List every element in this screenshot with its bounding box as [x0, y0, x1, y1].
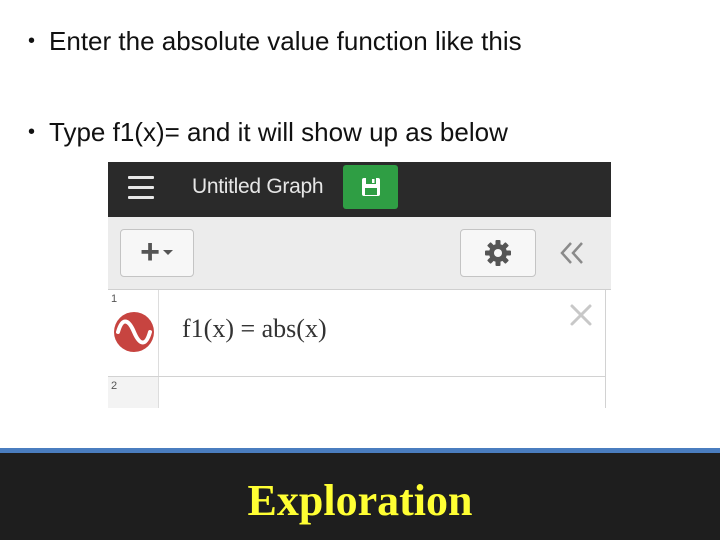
expression-gutter: 1 [108, 290, 159, 376]
expression-toolbar: + [108, 217, 611, 290]
plus-icon: + [140, 232, 160, 271]
sine-wave-icon[interactable] [112, 310, 156, 354]
bullet-marker: • [28, 30, 36, 52]
caret-down-icon [162, 250, 173, 255]
footer-banner: Exploration [0, 448, 720, 540]
settings-button[interactable] [460, 229, 536, 277]
app-top-bar: Untitled Graph [108, 162, 611, 217]
expression-input[interactable]: f1(x) = abs(x) [182, 314, 327, 344]
expression-row-2[interactable]: 2 [108, 377, 606, 408]
bullet-text: Type f1(x)= and it will show up as below [49, 117, 508, 147]
add-item-button[interactable]: + [120, 229, 194, 277]
close-icon[interactable] [566, 300, 596, 330]
collapse-panel-button[interactable] [552, 231, 592, 275]
bullet-marker: • [28, 121, 36, 143]
hamburger-icon[interactable] [128, 176, 154, 200]
bullet-text: Enter the absolute value function like t… [49, 26, 522, 56]
bullet-2: • Type f1(x)= and it will show up as bel… [28, 117, 508, 148]
bullet-1: • Enter the absolute value function like… [28, 26, 522, 57]
graphing-app-screenshot: Untitled Graph + 1 f1(x) = abs(x) 2 [108, 162, 611, 408]
graph-title[interactable]: Untitled Graph [192, 175, 324, 199]
expression-number: 2 [111, 380, 118, 392]
save-button[interactable] [343, 165, 398, 209]
gear-icon [485, 240, 511, 266]
double-chevron-left-icon [560, 242, 583, 264]
expression-number: 1 [111, 293, 118, 305]
floppy-disk-icon [361, 178, 380, 196]
footer-title: Exploration [247, 476, 473, 525]
expression-row-1[interactable]: 1 f1(x) = abs(x) [108, 290, 606, 377]
expression-gutter: 2 [108, 377, 159, 408]
